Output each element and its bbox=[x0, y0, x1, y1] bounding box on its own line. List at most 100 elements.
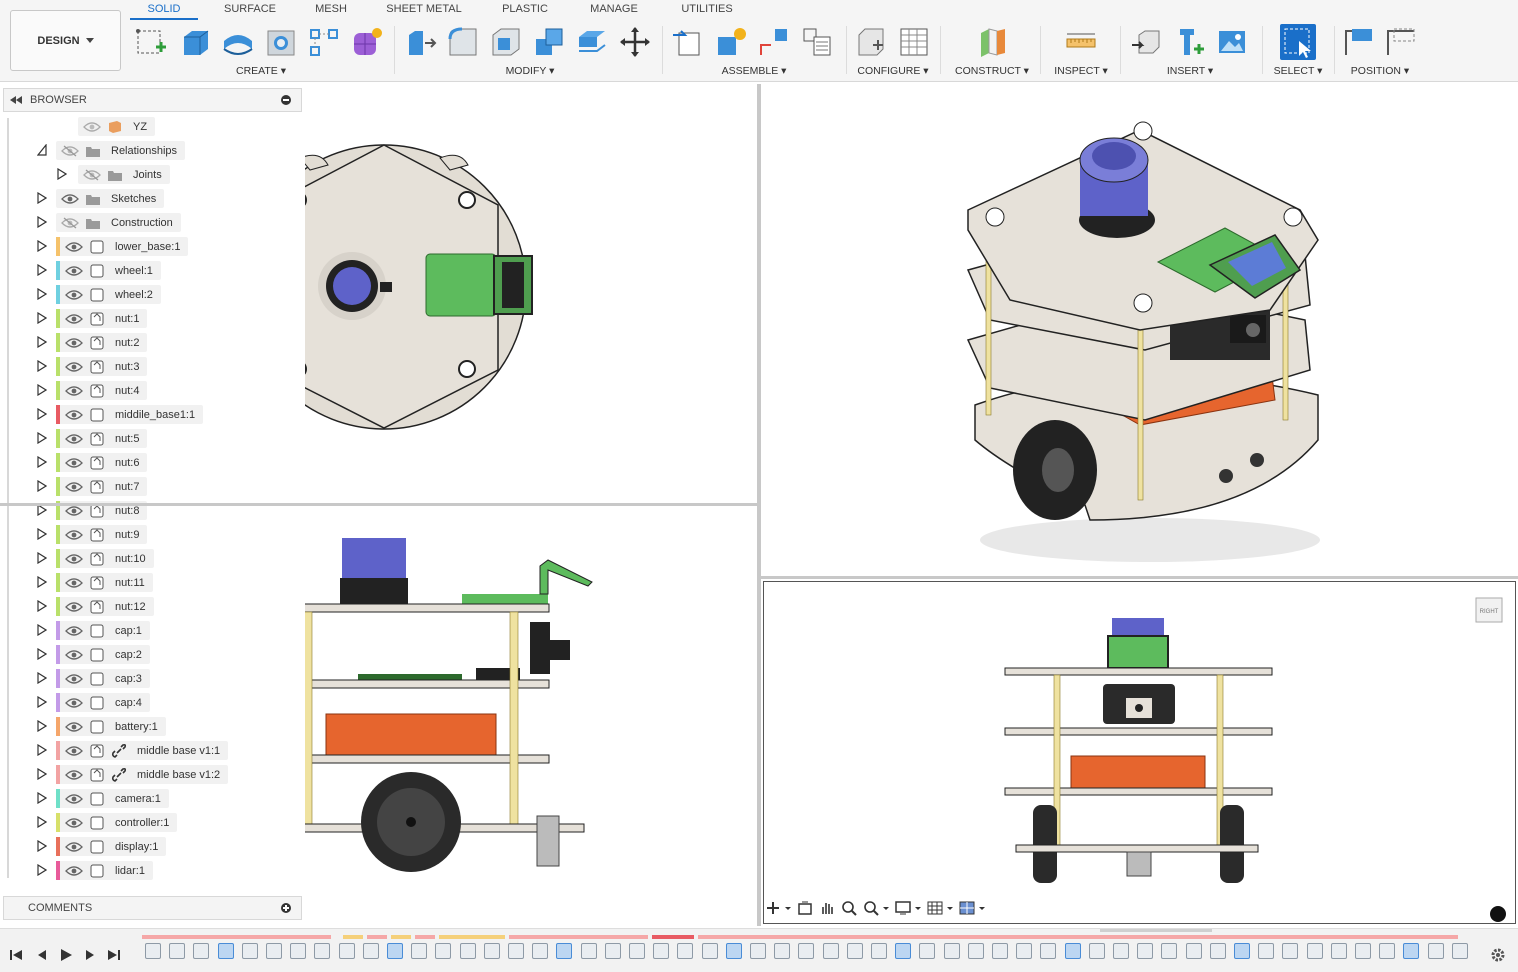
viewport-perspective[interactable] bbox=[761, 84, 1518, 576]
expand-arrow-icon[interactable] bbox=[37, 648, 47, 660]
timeline-feature[interactable] bbox=[871, 943, 887, 959]
browser-node[interactable]: lidar:1 bbox=[56, 861, 153, 880]
eye-icon[interactable] bbox=[65, 553, 83, 565]
timeline-feature[interactable] bbox=[556, 943, 573, 959]
revolve-icon[interactable] bbox=[220, 24, 256, 60]
eye-icon[interactable] bbox=[65, 601, 83, 613]
browser-node[interactable]: middle base v1:2 bbox=[56, 765, 229, 784]
timeline-feature[interactable] bbox=[459, 943, 476, 959]
select-menu[interactable]: SELECT ▾ bbox=[1270, 65, 1326, 77]
browser-node[interactable]: camera:1 bbox=[56, 789, 169, 808]
timeline-feature[interactable] bbox=[1137, 943, 1154, 959]
browser-item[interactable]: nut:6 bbox=[0, 452, 300, 472]
timeline-feature[interactable] bbox=[1427, 943, 1444, 959]
form-icon[interactable] bbox=[349, 24, 385, 60]
browser-item[interactable]: controller:1 bbox=[0, 812, 300, 832]
browser-item[interactable]: cap:4 bbox=[0, 692, 300, 712]
press-pull-icon[interactable] bbox=[402, 24, 438, 60]
timeline-feature[interactable] bbox=[1040, 943, 1057, 959]
eye-icon[interactable] bbox=[65, 769, 83, 781]
browser-minimize-button[interactable] bbox=[281, 95, 291, 105]
browser-item[interactable]: nut:12 bbox=[0, 596, 300, 616]
eye-hidden-icon[interactable] bbox=[61, 145, 79, 157]
timeline-feature[interactable] bbox=[169, 943, 186, 959]
tab-solid[interactable]: SOLID bbox=[130, 0, 198, 20]
eye-icon[interactable] bbox=[65, 745, 83, 757]
browser-node[interactable]: nut:7 bbox=[56, 477, 148, 496]
browser-item[interactable]: nut:9 bbox=[0, 524, 300, 544]
eye-icon[interactable] bbox=[65, 841, 83, 853]
new-component-icon[interactable] bbox=[670, 24, 706, 60]
timeline-feature[interactable] bbox=[1282, 943, 1299, 959]
eye-icon[interactable] bbox=[65, 385, 83, 397]
viewports-icon[interactable] bbox=[959, 898, 985, 918]
expand-arrow-icon[interactable] bbox=[37, 456, 47, 468]
browser-item[interactable]: camera:1 bbox=[0, 788, 300, 808]
eye-icon[interactable] bbox=[65, 457, 83, 469]
timeline-feature[interactable] bbox=[750, 943, 766, 959]
timeline-feature[interactable] bbox=[919, 943, 936, 959]
timeline-feature[interactable] bbox=[1258, 943, 1275, 959]
orbit-icon[interactable] bbox=[765, 898, 791, 918]
eye-icon[interactable] bbox=[61, 193, 79, 205]
timeline-feature[interactable] bbox=[387, 943, 403, 959]
assemble-menu[interactable]: ASSEMBLE ▾ bbox=[670, 65, 838, 77]
timeline-feature[interactable] bbox=[701, 943, 718, 959]
browser-node[interactable]: Sketches bbox=[56, 189, 165, 208]
as-built-joint-icon[interactable] bbox=[756, 24, 792, 60]
timeline-feature[interactable] bbox=[1088, 943, 1105, 959]
expand-arrow-icon[interactable] bbox=[37, 288, 47, 300]
browser-node[interactable]: nut:10 bbox=[56, 549, 154, 568]
timeline-feature[interactable] bbox=[532, 943, 549, 959]
timeline-feature[interactable] bbox=[1161, 943, 1178, 959]
move-copy-icon[interactable] bbox=[617, 24, 653, 60]
pan-icon[interactable] bbox=[819, 898, 835, 918]
pattern-icon[interactable] bbox=[306, 24, 342, 60]
tab-plastic[interactable]: PLASTIC bbox=[488, 0, 562, 20]
timeline-feature[interactable] bbox=[1451, 943, 1468, 959]
extrude-icon[interactable] bbox=[177, 24, 213, 60]
viewport-right-splitter[interactable] bbox=[761, 576, 1518, 579]
timeline-feature[interactable] bbox=[774, 943, 791, 959]
browser-node[interactable]: Construction bbox=[56, 213, 181, 232]
expand-arrow-icon[interactable] bbox=[37, 264, 47, 276]
timeline-feature[interactable] bbox=[362, 943, 379, 959]
zoom-icon[interactable] bbox=[841, 898, 857, 918]
browser-item[interactable]: wheel:2 bbox=[0, 284, 300, 304]
browser-item[interactable]: cap:1 bbox=[0, 620, 300, 640]
step-forward-icon[interactable] bbox=[82, 947, 98, 963]
play-icon[interactable] bbox=[58, 947, 74, 963]
eye-icon[interactable] bbox=[65, 793, 83, 805]
expand-arrow-icon[interactable] bbox=[37, 624, 47, 636]
configuration-table-icon[interactable] bbox=[896, 24, 932, 60]
timeline-feature[interactable] bbox=[943, 943, 960, 959]
collapse-arrow-icon[interactable] bbox=[37, 144, 47, 156]
eye-icon[interactable] bbox=[65, 505, 83, 517]
browser-node[interactable]: lower_base:1 bbox=[56, 237, 189, 256]
expand-arrow-icon[interactable] bbox=[37, 336, 47, 348]
tab-surface[interactable]: SURFACE bbox=[198, 0, 302, 20]
browser-item[interactable]: Relationships bbox=[0, 140, 300, 160]
browser-item[interactable]: lidar:1 bbox=[0, 860, 300, 880]
browser-item[interactable]: middle base v1:1 bbox=[0, 740, 300, 760]
expand-arrow-icon[interactable] bbox=[37, 864, 47, 876]
expand-arrow-icon[interactable] bbox=[37, 408, 47, 420]
timeline-feature[interactable] bbox=[1185, 943, 1202, 959]
browser-item[interactable]: cap:3 bbox=[0, 668, 300, 688]
eye-icon[interactable] bbox=[65, 577, 83, 589]
timeline-feature[interactable] bbox=[653, 943, 670, 959]
timeline-feature[interactable] bbox=[1209, 943, 1226, 959]
construct-plane-icon[interactable] bbox=[974, 24, 1010, 60]
comments-panel[interactable]: COMMENTS bbox=[3, 896, 302, 920]
timeline-feature[interactable] bbox=[798, 943, 815, 959]
browser-node[interactable]: Relationships bbox=[56, 141, 186, 160]
add-comment-button[interactable] bbox=[281, 903, 291, 913]
timeline-feature[interactable] bbox=[266, 943, 282, 959]
browser-node[interactable]: nut:9 bbox=[56, 525, 148, 544]
eye-icon[interactable] bbox=[65, 529, 83, 541]
hole-icon[interactable] bbox=[263, 24, 299, 60]
timeline-feature[interactable] bbox=[435, 943, 452, 959]
browser-node[interactable]: YZ bbox=[78, 117, 156, 136]
browser-node[interactable]: nut:3 bbox=[56, 357, 148, 376]
timeline-feature[interactable] bbox=[1306, 943, 1323, 959]
